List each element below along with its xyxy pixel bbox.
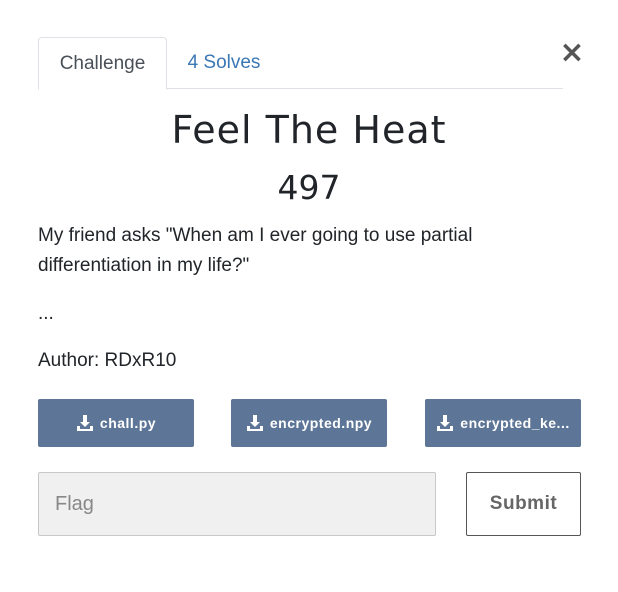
description-ellipsis: ... [38, 303, 54, 324]
challenge-description: My friend asks "When am I ever going to … [38, 225, 473, 276]
challenge-points: 497 [277, 168, 341, 207]
file-download-button[interactable]: encrypted.npy [231, 399, 387, 447]
challenge-author: Author: RDxR10 [38, 350, 177, 371]
file-download-button[interactable]: chall.py [38, 399, 194, 447]
download-icon [246, 415, 263, 431]
download-icon [437, 415, 454, 431]
file-name: encrypted_ke... [460, 415, 570, 431]
challenge-title: Feel The Heat [171, 108, 447, 152]
submit-button[interactable]: Submit [466, 472, 581, 536]
tab-solves[interactable]: 4 Solves [168, 37, 280, 89]
tab-challenge[interactable]: Challenge [38, 37, 167, 90]
download-icon [76, 415, 93, 431]
file-name: chall.py [99, 415, 157, 431]
flag-input[interactable] [38, 472, 436, 536]
file-download-button[interactable]: encrypted_ke... [425, 399, 581, 447]
file-name: encrypted.npy [269, 415, 373, 431]
challenge-tabs: Challenge 4 Solves [38, 37, 563, 90]
close-button[interactable]: × [558, 38, 586, 68]
